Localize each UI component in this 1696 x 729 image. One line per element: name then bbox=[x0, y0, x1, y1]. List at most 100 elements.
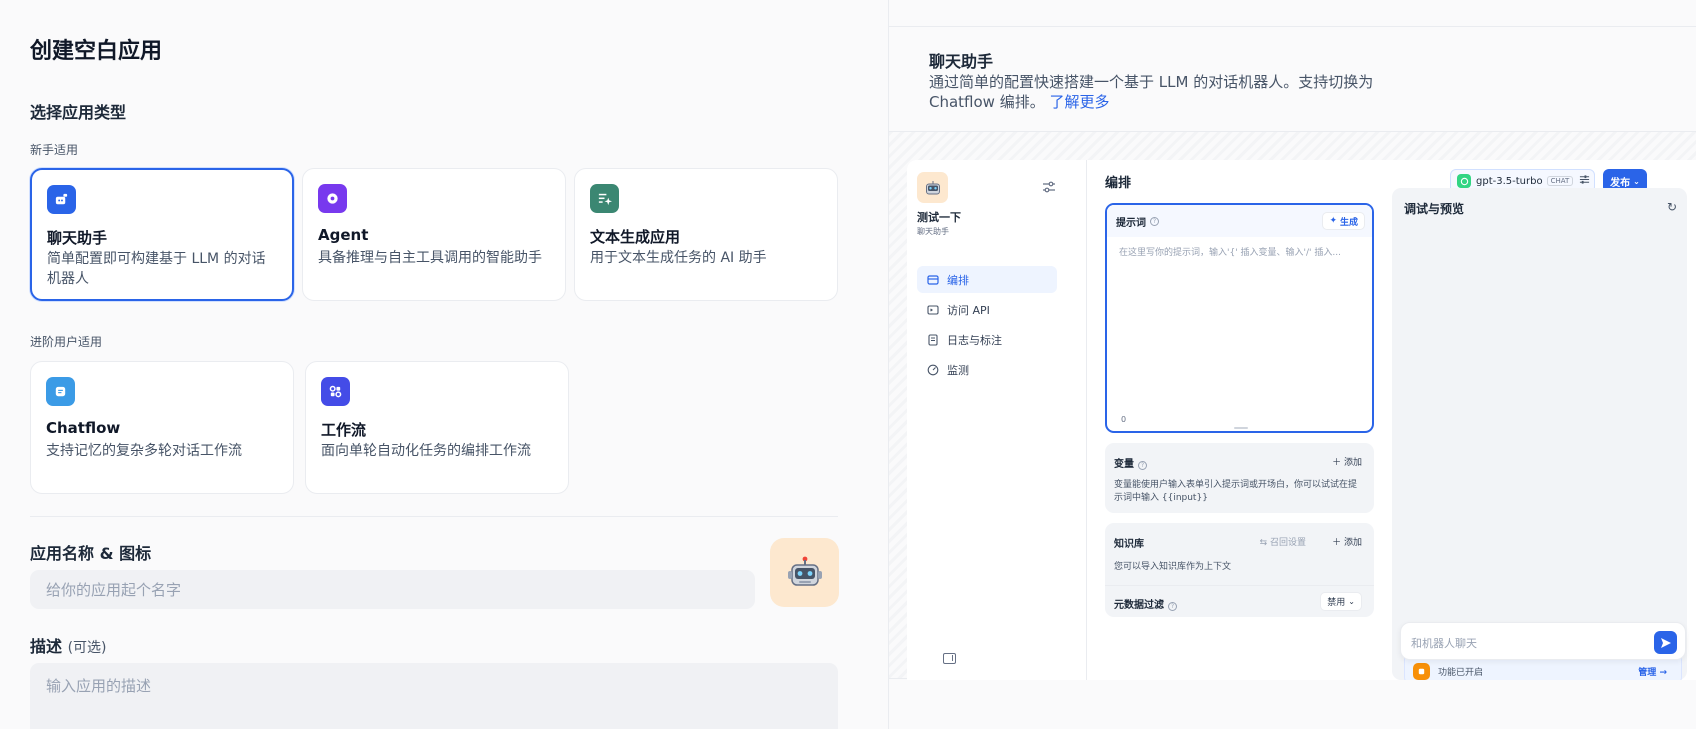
chevron-down-icon: ⌄ bbox=[1348, 597, 1355, 606]
section-title: 选择应用类型 bbox=[30, 103, 127, 122]
chat-placeholder: 和机器人聊天 bbox=[1411, 637, 1477, 650]
prompt-char-count: 0 bbox=[1121, 415, 1127, 424]
retrieval-icon: ⇆ bbox=[1259, 538, 1270, 548]
learn-more-link[interactable]: 了解更多 bbox=[1050, 93, 1110, 111]
help-icon: ? bbox=[1138, 461, 1147, 470]
metadata-filter-title: 元数据过滤? bbox=[1114, 596, 1177, 611]
metadata-filter-row: 元数据过滤? 禁用 ⌄ bbox=[1105, 585, 1374, 617]
nav-item-monitor[interactable]: 监测 bbox=[917, 356, 1057, 383]
app-mockup: 测试一下 聊天助手 编排 访问 API 日志与标注 监测 编排 gpt-3.5-… bbox=[907, 160, 1696, 680]
description-label-text: 描述 bbox=[30, 637, 63, 656]
preview-title: 聊天助手 bbox=[929, 52, 994, 71]
page-title: 创建空白应用 bbox=[30, 39, 163, 64]
app-type-card-text-generation[interactable]: 文本生成应用 用于文本生成任务的 AI 助手 bbox=[574, 168, 838, 301]
advanced-label: 进阶用户适用 bbox=[30, 335, 103, 349]
settings-sliders-icon[interactable] bbox=[1042, 180, 1056, 194]
resize-handle[interactable] bbox=[1234, 427, 1248, 429]
robot-icon bbox=[917, 172, 948, 203]
create-app-panel: 创建空白应用 选择应用类型 新手适用 聊天助手 简单配置即可构建基于 LLM 的… bbox=[0, 0, 888, 729]
nav-label: 监测 bbox=[947, 363, 969, 377]
help-icon: ? bbox=[1150, 216, 1159, 226]
add-variable-button[interactable]: ＋ 添加 bbox=[1332, 455, 1362, 468]
app-type-card-workflow[interactable]: 工作流 面向单轮自动化任务的编排工作流 bbox=[305, 361, 569, 494]
knowledge-description: 您可以导入知识库作为上下文 bbox=[1114, 562, 1232, 572]
card-title: 聊天助手 bbox=[47, 229, 108, 247]
prompt-placeholder: 在这里写你的提示词，输入'{' 插入变量、输入'/' 插入... bbox=[1119, 248, 1341, 258]
prompt-editor[interactable]: 提示词 ? ✦ 生成 在这里写你的提示词，输入'{' 插入变量、输入'/' 插入… bbox=[1105, 203, 1374, 433]
card-description: 支持记忆的复杂多轮对话工作流 bbox=[46, 443, 242, 459]
app-name-input[interactable]: 给你的应用起个名字 bbox=[30, 570, 755, 609]
nav-label: 日志与标注 bbox=[947, 333, 1002, 347]
mock-app-name: 测试一下 bbox=[917, 211, 961, 224]
nav-label: 访问 API bbox=[947, 303, 990, 317]
manage-features-link[interactable]: 管理 → bbox=[1638, 665, 1667, 678]
publish-label: 发布 bbox=[1610, 177, 1631, 189]
chevron-down-icon: ⌄ bbox=[1633, 176, 1640, 186]
variables-description: 变量能使用户输入表单引入提示词或开场白，你可以试试在提示词中输入 {{input… bbox=[1114, 480, 1358, 503]
features-bar: 功能已开启 管理 → bbox=[1404, 657, 1682, 680]
card-title: 工作流 bbox=[321, 421, 367, 439]
app-description-input[interactable]: 输入应用的描述 bbox=[30, 663, 838, 729]
model-tag: CHAT bbox=[1546, 176, 1574, 186]
terminal-icon bbox=[927, 304, 939, 316]
prompt-title: 提示词 bbox=[1116, 217, 1146, 229]
debug-preview-panel: 调试与预览 ↻ 功能已开启 管理 → 和机器人聊天 bbox=[1392, 188, 1687, 680]
app-avatar[interactable] bbox=[770, 538, 839, 607]
nav-item-orchestrate[interactable]: 编排 bbox=[917, 266, 1057, 293]
chat-bot-icon bbox=[47, 185, 76, 214]
preview-panel-title: 调试与预览 bbox=[1404, 202, 1465, 216]
mock-heading: 编排 bbox=[1105, 176, 1132, 191]
card-title: Chatflow bbox=[46, 419, 121, 437]
plus-icon: ＋ bbox=[1332, 458, 1344, 468]
agent-icon bbox=[318, 184, 347, 213]
divider bbox=[889, 26, 1696, 27]
gauge-icon bbox=[927, 364, 939, 376]
app-type-card-chatflow[interactable]: Chatflow 支持记忆的复杂多轮对话工作流 bbox=[30, 361, 294, 494]
nav-item-logs[interactable]: 日志与标注 bbox=[917, 326, 1057, 353]
text-gen-icon bbox=[590, 184, 619, 213]
beginner-label: 新手适用 bbox=[30, 143, 79, 157]
variables-title: 变量? bbox=[1114, 455, 1147, 470]
openai-icon bbox=[1457, 174, 1471, 188]
help-icon: ? bbox=[1168, 602, 1177, 611]
card-description: 用于文本生成任务的 AI 助手 bbox=[590, 250, 767, 266]
add-knowledge-button[interactable]: ＋ 添加 bbox=[1332, 535, 1362, 548]
app-type-card-agent[interactable]: Agent 具备推理与自主工具调用的智能助手 bbox=[302, 168, 566, 301]
plus-icon: ＋ bbox=[1332, 538, 1344, 548]
preview-description-text: 通过简单的配置快速搭建一个基于 LLM 的对话机器人。支持切换为 Chatflo… bbox=[929, 73, 1374, 111]
chatflow-icon bbox=[46, 377, 75, 406]
generate-button[interactable]: ✦ 生成 bbox=[1322, 212, 1365, 230]
variables-block: 变量? ＋ 添加 变量能使用户输入表单引入提示词或开场白，你可以试试在提示词中输… bbox=[1105, 443, 1374, 513]
metadata-filter-select[interactable]: 禁用 ⌄ bbox=[1320, 592, 1362, 611]
document-icon bbox=[927, 333, 939, 346]
generate-label: 生成 bbox=[1339, 217, 1358, 228]
nav-item-api[interactable]: 访问 API bbox=[917, 296, 1057, 323]
preview-panel: 聊天助手 通过简单的配置快速搭建一个基于 LLM 的对话机器人。支持切换为 Ch… bbox=[888, 0, 1696, 729]
robot-icon bbox=[787, 556, 822, 586]
sidebar-toggle-icon[interactable] bbox=[943, 653, 956, 664]
refresh-icon[interactable]: ↻ bbox=[1667, 200, 1677, 214]
divider bbox=[30, 516, 838, 517]
workflow-icon bbox=[321, 377, 350, 406]
layout-icon bbox=[927, 274, 939, 286]
mock-app-type: 聊天助手 bbox=[917, 227, 949, 236]
arrow-right-icon: → bbox=[1659, 667, 1667, 678]
send-icon[interactable] bbox=[1654, 631, 1677, 654]
sliders-icon[interactable] bbox=[1579, 174, 1590, 188]
features-status: 功能已开启 bbox=[1438, 667, 1484, 678]
card-description: 面向单轮自动化任务的编排工作流 bbox=[321, 443, 531, 459]
card-title: 文本生成应用 bbox=[590, 228, 681, 246]
card-description: 简单配置即可构建基于 LLM 的对话机器人 bbox=[47, 251, 266, 287]
sparkle-icon: ✦ bbox=[1329, 216, 1337, 226]
recall-settings-button[interactable]: ⇆ 召回设置 bbox=[1260, 535, 1306, 548]
optional-hint: (可选) bbox=[67, 640, 107, 656]
knowledge-title: 知识库 bbox=[1114, 539, 1144, 550]
card-description: 具备推理与自主工具调用的智能助手 bbox=[318, 250, 542, 266]
mock-sidebar: 测试一下 聊天助手 编排 访问 API 日志与标注 监测 bbox=[907, 160, 1087, 680]
feature-icon bbox=[1413, 662, 1430, 680]
app-type-card-chat-assistant[interactable]: 聊天助手 简单配置即可构建基于 LLM 的对话机器人 bbox=[30, 168, 294, 301]
model-name: gpt-3.5-turbo bbox=[1476, 175, 1543, 187]
description-label: 描述 (可选) bbox=[30, 633, 107, 657]
preview-description: 通过简单的配置快速搭建一个基于 LLM 的对话机器人。支持切换为 Chatflo… bbox=[929, 72, 1379, 112]
chat-input[interactable]: 和机器人聊天 bbox=[1400, 622, 1686, 660]
